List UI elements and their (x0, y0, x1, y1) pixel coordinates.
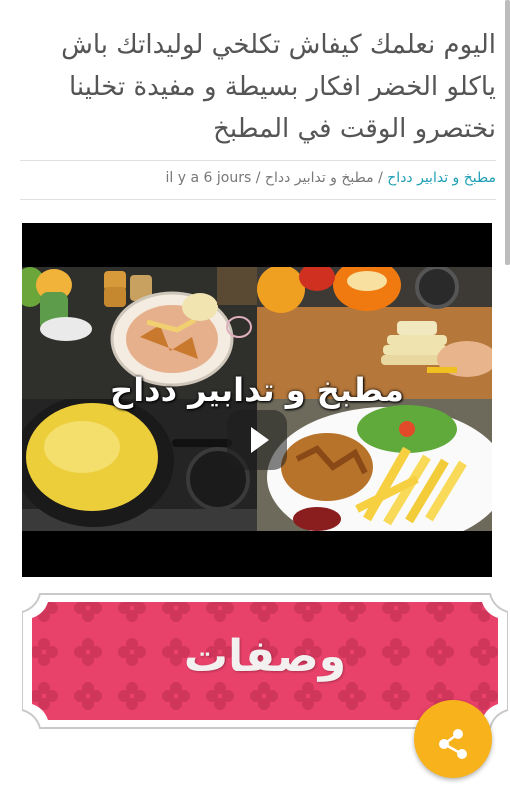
banner-label: وصفات (183, 631, 347, 682)
share-icon (439, 729, 467, 759)
thumbnail-frying-pan (22, 399, 257, 531)
divider (20, 199, 496, 200)
category-text: مطبخ و تدابير دداح (264, 170, 374, 186)
play-icon[interactable] (227, 410, 287, 470)
video-watermark: مطبخ و تدابير دداح (110, 371, 404, 409)
thumbnail-plated-fries (257, 399, 492, 531)
post-time: il y a 6 jours (165, 170, 252, 186)
meta-separator: / (373, 170, 388, 186)
video-thumbnail: مطبخ و تدابير دداح (22, 267, 492, 531)
video-player[interactable]: مطبخ و تدابير دداح (22, 223, 492, 577)
article-meta: مطبخ و تدابير دداح / مطبخ و تدابير دداح … (20, 170, 496, 196)
meta-separator: / (251, 170, 265, 186)
scrollbar[interactable] (505, 0, 510, 265)
share-fab[interactable] (414, 700, 492, 778)
divider (20, 160, 496, 161)
category-link[interactable]: مطبخ و تدابير دداح (387, 170, 496, 186)
article-title: اليوم نعلمك كيفاش تكلخي لوليداتك باش ياك… (61, 30, 496, 144)
